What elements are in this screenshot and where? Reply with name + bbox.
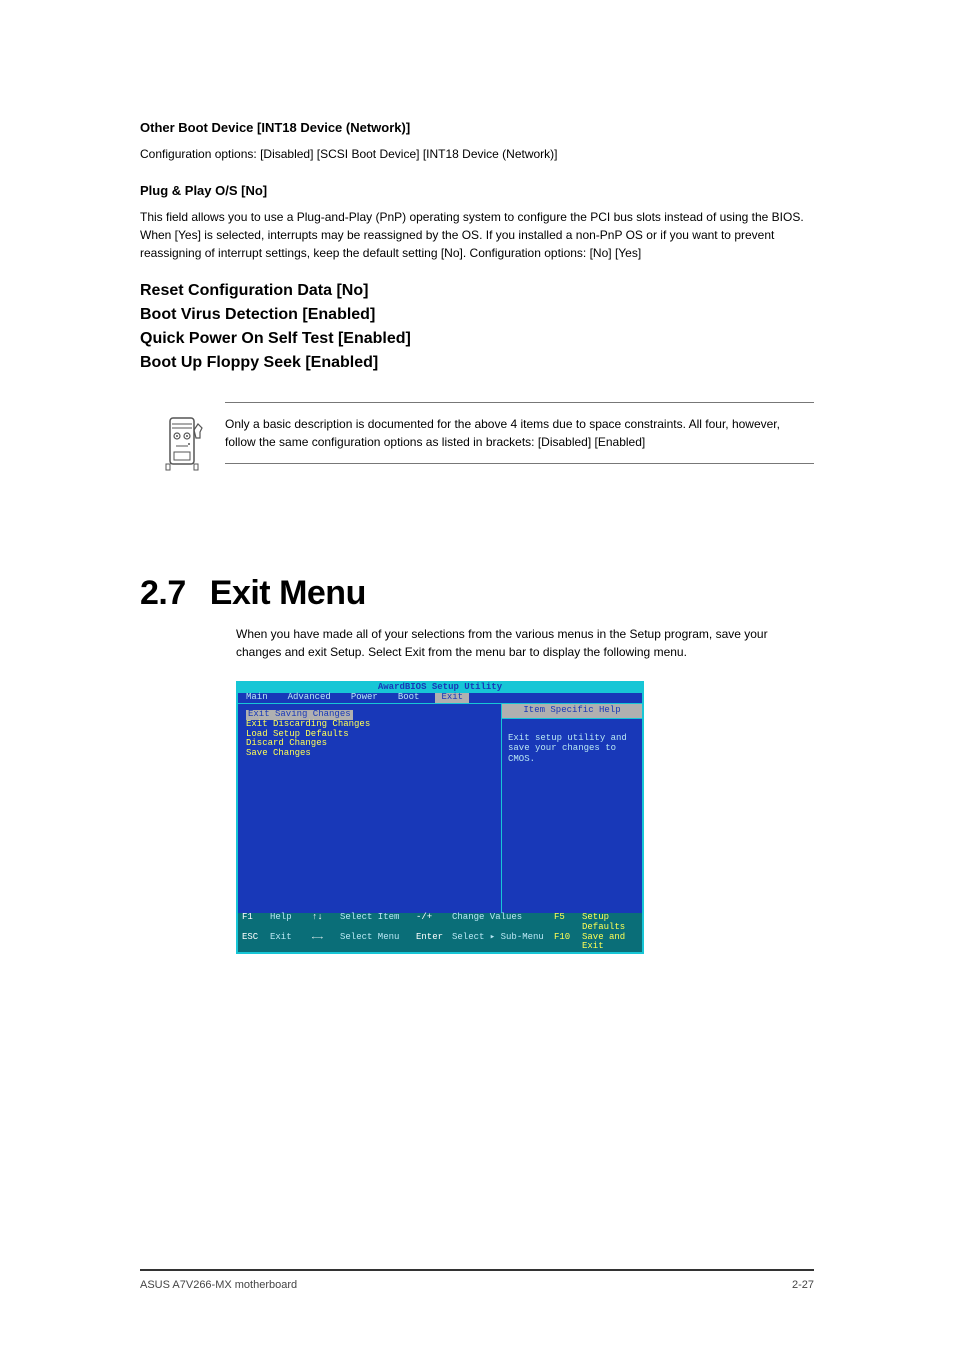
page-footer: ASUS A7V266-MX motherboard 2-27 — [140, 1269, 814, 1291]
robot-note-icon — [160, 414, 210, 474]
key-updown-label: Select Item — [340, 913, 414, 933]
key-leftright-label: Select Menu — [340, 933, 414, 953]
section-heading: 2.7 Exit Menu — [140, 574, 814, 613]
boot-device-heading: Other Boot Device [INT18 Device (Network… — [140, 120, 814, 135]
footer-left: ASUS A7V266-MX motherboard — [140, 1279, 297, 1291]
bios-footer: F1 Help ↑↓ Select Item -/+ Change Values… — [238, 913, 642, 953]
key-plusminus: -/+ — [416, 913, 450, 933]
key-esc-label: Exit — [270, 933, 310, 953]
key-f5-label: Setup Defaults — [582, 913, 638, 933]
section-title: Exit Menu — [210, 574, 366, 613]
section-number: 2.7 — [140, 574, 186, 613]
key-plusminus-label: Change Values — [452, 913, 552, 933]
bios-menu-main[interactable]: Main — [246, 693, 268, 703]
bios-screenshot: AwardBIOS Setup Utility Main Advanced Po… — [236, 681, 644, 954]
key-esc: ESC — [242, 933, 268, 953]
pnp-os-heading: Plug & Play O/S [No] — [140, 183, 814, 198]
item-1: Reset Configuration Data [No] — [140, 282, 368, 299]
key-f10-label: Save and Exit — [582, 933, 638, 953]
key-f5: F5 — [554, 913, 580, 933]
item-3: Quick Power On Self Test [Enabled] — [140, 330, 411, 347]
bios-right-panel: Item Specific Help Exit setup utility an… — [502, 703, 642, 913]
callout-text: Only a basic description is documented f… — [225, 415, 814, 451]
bios-left-panel: Exit Saving Changes Exit Discarding Chan… — [238, 703, 502, 913]
bios-menu-advanced[interactable]: Advanced — [288, 693, 331, 703]
boot-device-desc: Configuration options: [Disabled] [SCSI … — [140, 145, 814, 163]
note-callout: Only a basic description is documented f… — [140, 402, 814, 464]
bios-item-save-changes[interactable]: Save Changes — [246, 749, 493, 759]
key-enter: Enter — [416, 933, 450, 953]
key-f10: F10 — [554, 933, 580, 953]
bios-help-text: Exit setup utility and save your changes… — [502, 719, 642, 779]
key-leftright: ←→ — [312, 933, 338, 953]
key-f1-label: Help — [270, 913, 310, 933]
footer-right: 2-27 — [792, 1279, 814, 1291]
item-2: Boot Virus Detection [Enabled] — [140, 306, 375, 323]
pnp-os-desc: This field allows you to use a Plug-and-… — [140, 208, 814, 262]
key-f1: F1 — [242, 913, 268, 933]
bios-help-heading: Item Specific Help — [502, 704, 642, 719]
bios-menu-power[interactable]: Power — [351, 693, 378, 703]
item-4: Boot Up Floppy Seek [Enabled] — [140, 354, 378, 371]
section-intro: When you have made all of your selection… — [236, 625, 814, 661]
bios-menu-exit[interactable]: Exit — [435, 693, 469, 703]
key-updown: ↑↓ — [312, 913, 338, 933]
bios-menubar: Main Advanced Power Boot Exit — [238, 693, 642, 703]
key-enter-label: Select ▸ Sub-Menu — [452, 933, 552, 953]
bios-menu-boot[interactable]: Boot — [398, 693, 420, 703]
